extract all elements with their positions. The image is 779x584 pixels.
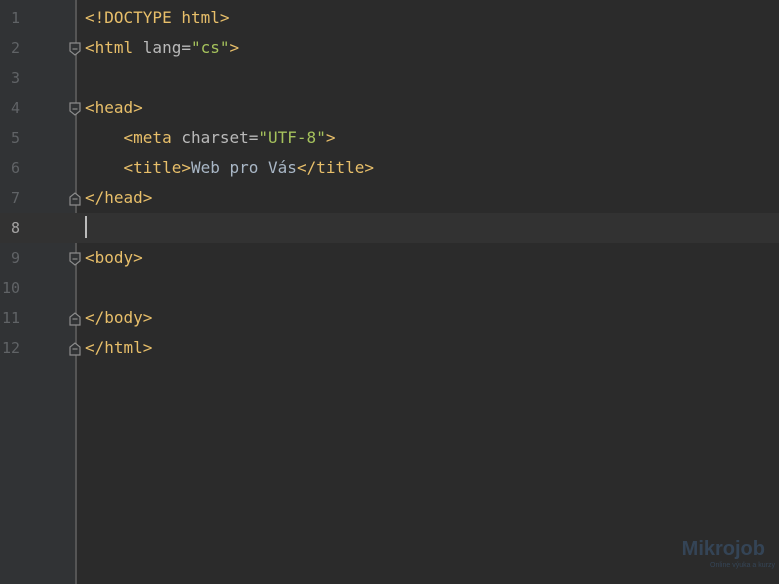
fold-open-icon[interactable]	[69, 102, 81, 116]
token-tag: </body>	[85, 308, 153, 327]
token-tag: </head>	[85, 188, 153, 207]
code-text[interactable]	[85, 213, 87, 243]
line-number: 7	[10, 189, 20, 207]
code-text[interactable]: <html lang="cs">	[85, 33, 239, 63]
code-text[interactable]: <body>	[85, 243, 143, 273]
token-tag: </html>	[85, 338, 153, 357]
fold-open-icon[interactable]	[69, 252, 81, 266]
code-line-7[interactable]: 7 </head>	[0, 183, 779, 213]
token-str: "cs"	[190, 38, 230, 57]
code-line-2[interactable]: 2 <html lang="cs">	[0, 33, 779, 63]
token-tag: <html	[85, 38, 143, 57]
code-text[interactable]: <head>	[85, 93, 143, 123]
line-number: 4	[10, 99, 20, 117]
line-number: 1	[10, 9, 20, 27]
code-line-12[interactable]: 12 </html>	[0, 333, 779, 363]
token-tag: </title>	[296, 158, 374, 177]
code-text[interactable]: <title>Web pro Vás</title>	[85, 153, 374, 183]
watermark-tagline: Online výuka a kurzy	[710, 562, 775, 569]
line-number: 6	[10, 159, 20, 177]
code-text[interactable]: <meta charset="UTF-8">	[85, 123, 336, 153]
code-editor[interactable]: 1 <!DOCTYPE html> 2 <html lang="cs"> 3 4 <head…	[0, 0, 779, 584]
code-text[interactable]: <!DOCTYPE html>	[85, 3, 230, 33]
line-number: 11	[1, 309, 20, 327]
fold-open-icon[interactable]	[69, 42, 81, 56]
token-attr: charset=	[181, 128, 259, 147]
code-line-9[interactable]: 9 <body>	[0, 243, 779, 273]
token-attr: lang=	[142, 38, 191, 57]
code-text[interactable]: </html>	[85, 333, 152, 363]
code-text[interactable]: </head>	[85, 183, 152, 213]
line-number: 2	[10, 39, 20, 57]
line-number: 9	[10, 249, 20, 267]
token-tag: <body>	[85, 248, 143, 267]
mikrojob-watermark-logo: Mikrojob Online výuka a kurzy	[659, 538, 779, 578]
line-number: 8	[10, 219, 20, 237]
code-text[interactable]: </body>	[85, 303, 152, 333]
code-line-10[interactable]: 10	[0, 273, 779, 303]
line-number: 3	[10, 69, 20, 87]
token-str: "UTF-8"	[258, 128, 326, 147]
code-line-11[interactable]: 11 </body>	[0, 303, 779, 333]
line-number: 5	[10, 129, 20, 147]
token-tag: <head>	[85, 98, 143, 117]
watermark-name: Mikrojob	[681, 538, 765, 560]
fold-close-icon[interactable]	[69, 312, 81, 326]
line-number: 10	[1, 279, 20, 297]
token-tag: <meta	[123, 128, 182, 147]
token-tag: <!DOCTYPE html>	[85, 8, 230, 27]
fold-close-icon[interactable]	[69, 342, 81, 356]
token-tag: >	[325, 128, 336, 147]
token-tag: <title>	[123, 158, 191, 177]
code-line-3[interactable]: 3	[0, 63, 779, 93]
code-line-1[interactable]: 1 <!DOCTYPE html>	[0, 3, 779, 33]
code-line-4[interactable]: 4 <head>	[0, 93, 779, 123]
code-line-6[interactable]: 6 <title>Web pro Vás</title>	[0, 153, 779, 183]
line-number: 12	[1, 339, 20, 357]
text-caret	[85, 216, 87, 238]
fold-close-icon[interactable]	[69, 192, 81, 206]
token-tag: >	[229, 38, 240, 57]
code-line-5[interactable]: 5 <meta charset="UTF-8">	[0, 123, 779, 153]
token-txt: Web pro Vás	[190, 158, 297, 177]
code-line-8[interactable]: 8	[0, 213, 779, 243]
